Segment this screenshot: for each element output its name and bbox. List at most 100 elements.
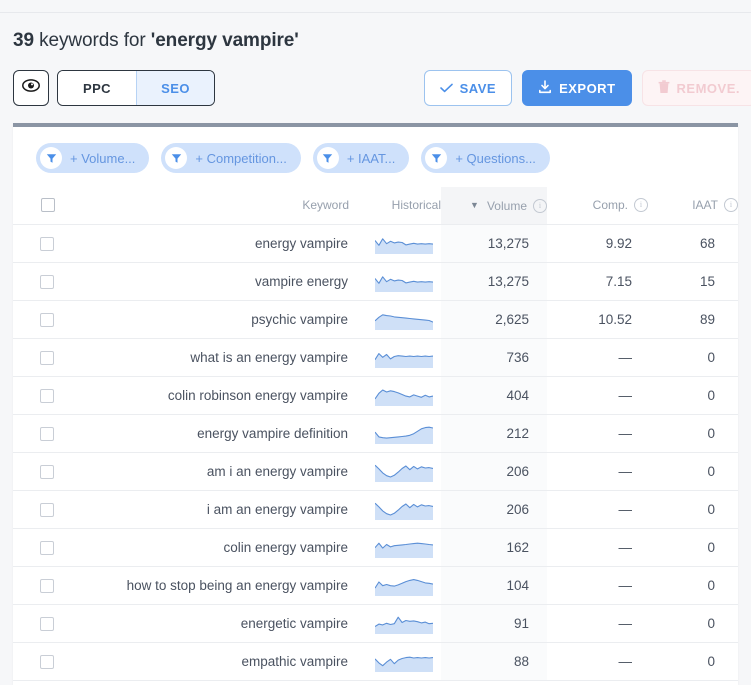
cell-volume: 404 [441,376,547,415]
keyword-count: 39 [13,30,34,51]
table-row[interactable]: empathic vampire 88—0 [13,642,738,681]
sparkline-chart [374,422,434,444]
info-icon[interactable]: i [634,197,648,212]
remove-button-label: REMOVE. [676,80,740,96]
table-row[interactable]: colin robinson energy vampire 404—0 [13,376,738,415]
row-select-cell [13,566,55,605]
table-row[interactable]: psychic vampire 2,625 10.52 89 [13,300,738,339]
cell-iaat: 0 [648,566,738,605]
table-row[interactable]: am i an energy vampire 206—0 [13,452,738,491]
row-checkbox[interactable] [40,236,54,251]
row-select-cell [13,414,55,453]
column-header-comp[interactable]: Comp. i [547,187,648,225]
keywords-card: + Volume... + Competition... + IAAT... +… [13,123,738,685]
eye-icon [22,79,40,97]
info-icon[interactable]: i [533,198,547,213]
cell-keyword[interactable]: colin robinson energy vampire [55,376,349,415]
table-row[interactable]: vampire energy 13,275 7.15 15 [13,262,738,301]
column-header-iaat[interactable]: IAAT i [648,187,738,225]
table-row[interactable]: i am an energy vampire 206—0 [13,490,738,529]
filter-funnel-icon [165,147,188,169]
cell-historical-sparkline [349,490,441,529]
cell-historical-sparkline [349,376,441,415]
info-icon[interactable]: i [724,197,738,212]
column-header-iaat-label: IAAT [692,197,718,212]
filter-chip-competition[interactable]: + Competition... [161,143,301,173]
toolbar: PPC SEO SAVE EXPORT REMOVE. [13,69,751,107]
sparkline-chart [374,650,434,672]
filter-chip-label: + Questions... [455,150,536,166]
remove-button[interactable]: REMOVE. [641,70,751,106]
cell-historical-sparkline [349,528,441,567]
toolbar-right-group: SAVE EXPORT REMOVE. [423,70,751,106]
cell-comp: — [547,490,648,529]
sparkline-chart [374,574,434,596]
cell-keyword[interactable]: vampire energy [55,262,349,301]
cell-keyword[interactable]: empathic vampire [55,642,349,681]
cell-keyword[interactable]: energy vampire [55,224,349,263]
filter-funnel-icon [425,147,448,169]
cell-volume: 206 [441,490,547,529]
export-button-label: EXPORT [559,80,616,96]
page-title-middle: keywords for [33,30,151,51]
table-row[interactable]: energetic vampire 91—0 [13,604,738,643]
cell-comp: — [547,414,648,453]
row-select-cell [13,376,55,415]
row-select-cell [13,338,55,377]
row-checkbox[interactable] [40,426,54,441]
filter-chip-volume[interactable]: + Volume... [36,143,150,173]
cell-keyword[interactable]: psychic vampire [55,300,349,339]
filter-chip-label: + Volume... [70,150,136,166]
save-button[interactable]: SAVE [423,70,513,106]
column-header-volume[interactable]: ▼ Volume i [441,187,547,225]
sparkline-chart [374,232,434,254]
ppc-seo-segmented-control: PPC SEO [57,70,215,106]
cell-keyword[interactable]: how to stop being an energy vampire [55,566,349,605]
filter-chip-iaat[interactable]: + IAAT... [312,143,410,173]
cell-keyword[interactable]: am i an energy vampire [55,452,349,491]
cell-keyword[interactable]: what is an energy vampire [55,338,349,377]
cell-keyword[interactable]: energetic vampire [55,604,349,643]
filter-chip-questions[interactable]: + Questions... [421,143,550,173]
table-row[interactable]: what is an energy vampire 736—0 [13,338,738,377]
row-checkbox[interactable] [40,540,54,555]
cell-volume: 206 [441,452,547,491]
row-checkbox[interactable] [40,464,54,479]
tab-seo[interactable]: SEO [136,71,214,105]
cell-iaat: 0 [648,528,738,567]
trash-icon [658,79,670,97]
cell-iaat: 15 [648,262,738,301]
row-checkbox[interactable] [40,654,54,669]
tab-ppc[interactable]: PPC [58,71,136,105]
row-select-cell [13,490,55,529]
page-title: 39 keywords for 'energy vampire' [13,29,738,53]
row-checkbox[interactable] [40,616,54,631]
cell-historical-sparkline [349,414,441,453]
row-checkbox[interactable] [40,578,54,593]
cell-iaat: 0 [648,490,738,529]
cell-volume: 2,625 [441,300,547,339]
cell-keyword[interactable]: colin energy vampire [55,528,349,567]
row-checkbox[interactable] [40,312,54,327]
table-row[interactable]: energy vampire definition 212—0 [13,414,738,453]
cell-comp: — [547,642,648,681]
cell-comp: 10.52 [547,300,648,339]
preview-toggle-button[interactable] [13,70,49,106]
select-all-checkbox[interactable] [41,198,55,213]
filter-funnel-icon [40,147,62,169]
table-row[interactable]: colin energy vampire 162—0 [13,528,738,567]
row-checkbox[interactable] [40,274,54,289]
cell-keyword[interactable]: energy vampire definition [55,414,349,453]
row-checkbox[interactable] [40,388,54,403]
cell-keyword[interactable]: i am an energy vampire [55,490,349,529]
column-header-historical[interactable]: Historical [349,187,441,225]
table-row[interactable]: how to stop being an energy vampire 104—0 [13,566,738,605]
row-select-cell [13,604,55,643]
table-row[interactable]: energy vampire 13,275 9.92 68 [13,224,738,263]
cell-volume: 91 [441,604,547,643]
row-checkbox[interactable] [40,502,54,517]
column-header-keyword[interactable]: Keyword [55,187,349,225]
cell-comp: — [547,528,648,567]
row-checkbox[interactable] [40,350,54,365]
export-button[interactable]: EXPORT [522,70,632,106]
